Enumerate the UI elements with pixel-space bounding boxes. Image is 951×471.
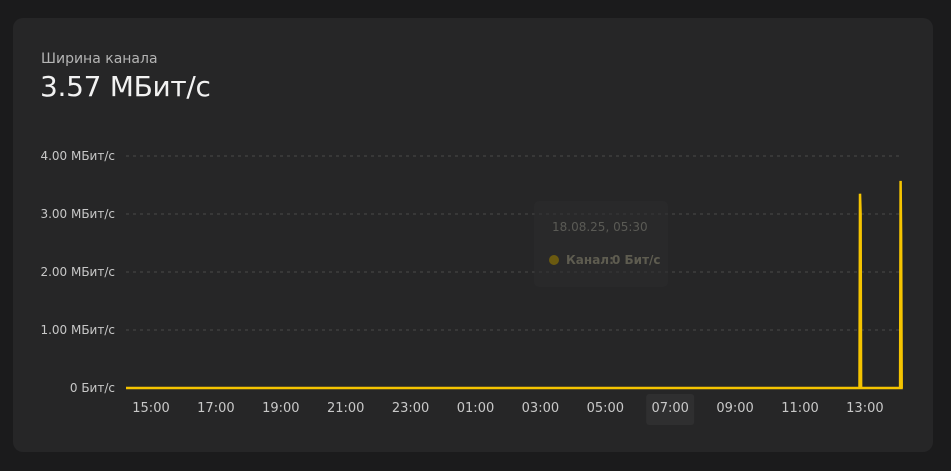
series-layer [126,180,903,390]
tooltip-series-dot [549,255,559,265]
x-tick-label: 01:00 [457,401,494,416]
x-tick-label: 23:00 [392,401,429,416]
x-tick-label: 07:00 [651,401,688,416]
y-tick-label: 0 Бит/с [70,381,115,395]
bandwidth-chart[interactable]: 0 Бит/с 1.00 МБит/с 2.00 МБит/с 3.00 МБит/с… [0,0,951,471]
x-tick-label: 13:00 [846,401,883,416]
tooltip-series-value: 0 Бит/с [612,253,661,267]
x-tick-label: 11:00 [781,401,818,416]
y-tick-label: 2.00 МБит/с [40,265,115,279]
x-tick-label: 15:00 [132,401,169,416]
chart-tooltip: 18.08.25, 05:30 Канал: 0 Бит/с [534,201,668,287]
x-tick-label: 09:00 [716,401,753,416]
series-line [126,180,903,390]
tooltip-background [534,201,668,287]
tooltip-series-label: Канал: [566,253,614,267]
x-tick-label: 17:00 [197,401,234,416]
x-tick-label: 03:00 [522,401,559,416]
y-axis: 0 Бит/с 1.00 МБит/с 2.00 МБит/с 3.00 МБит/с… [40,149,115,395]
x-tick-label: 21:00 [327,401,364,416]
x-axis: 15:00 17:00 19:00 21:00 23:00 01:00 03:00 05:00… [132,394,884,425]
x-tick-label: 19:00 [262,401,299,416]
y-tick-label: 3.00 МБит/с [40,207,115,221]
x-tick-label: 05:00 [587,401,624,416]
chart-grid [126,155,903,331]
y-tick-label: 4.00 МБит/с [40,149,115,163]
y-tick-label: 1.00 МБит/с [40,323,115,337]
tooltip-time: 18.08.25, 05:30 [552,220,648,234]
